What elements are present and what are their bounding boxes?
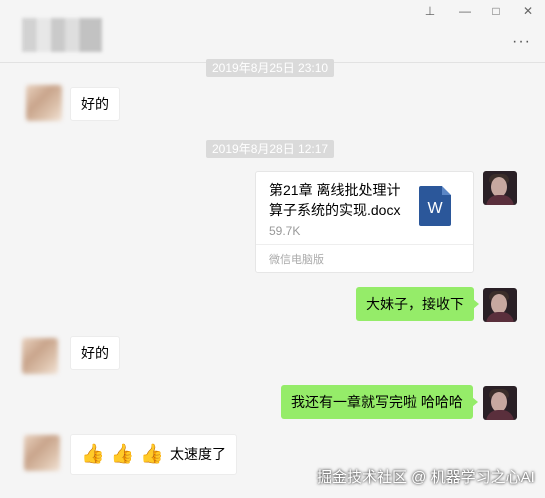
file-message-card[interactable]: 第21章 离线批处理计算子系统的实现.docx W 59.7K 微信电脑版: [255, 171, 474, 273]
message-bubble-sent: 大妹子，接收下: [356, 287, 479, 321]
message-bubble-received: 好的: [70, 87, 120, 121]
message-bubble-sent: 我还有一章就写完啦 哈哈哈: [281, 385, 478, 419]
timestamp: 2019年8月25日 23:10: [206, 59, 335, 77]
avatar[interactable]: [24, 435, 60, 471]
avatar[interactable]: [483, 171, 517, 205]
thumbs-up-icon: 👍: [110, 444, 135, 466]
timestamp: 2019年8月28日 12:17: [206, 140, 335, 158]
thumbs-up-icon: 👍: [81, 444, 105, 466]
file-size: 59.7K: [269, 224, 301, 238]
word-document-icon: W: [419, 186, 451, 226]
more-options-icon[interactable]: ···: [512, 33, 531, 51]
message-bubble-received: 👍 👍 👍 太速度了: [70, 434, 238, 476]
pin-icon[interactable]: ⊥: [422, 3, 438, 19]
avatar[interactable]: [26, 85, 62, 121]
message-bubble-received: 好的: [70, 336, 120, 370]
message-list[interactable]: 2019年8月25日 23:10 好的 2019年8月28日 12:17 第21…: [0, 59, 545, 498]
contact-name-blurred: [22, 18, 102, 52]
message-text: 太速度了: [170, 446, 227, 462]
close-icon[interactable]: ✕: [520, 3, 536, 19]
avatar[interactable]: [483, 288, 517, 322]
maximize-icon[interactable]: □: [488, 3, 504, 19]
minimize-icon[interactable]: —: [457, 3, 473, 19]
avatar[interactable]: [22, 338, 58, 374]
avatar[interactable]: [483, 386, 517, 420]
watermark: 掘金技术社区 @ 机器学习之心AI: [317, 469, 535, 486]
divider: [256, 244, 473, 245]
chat-header: ⊥ — □ ✕ ···: [0, 0, 545, 63]
thumbs-up-icon: 👍: [140, 444, 165, 466]
file-source-label: 微信电脑版: [269, 254, 324, 266]
file-name: 第21章 离线批处理计算子系统的实现.docx: [269, 182, 401, 218]
